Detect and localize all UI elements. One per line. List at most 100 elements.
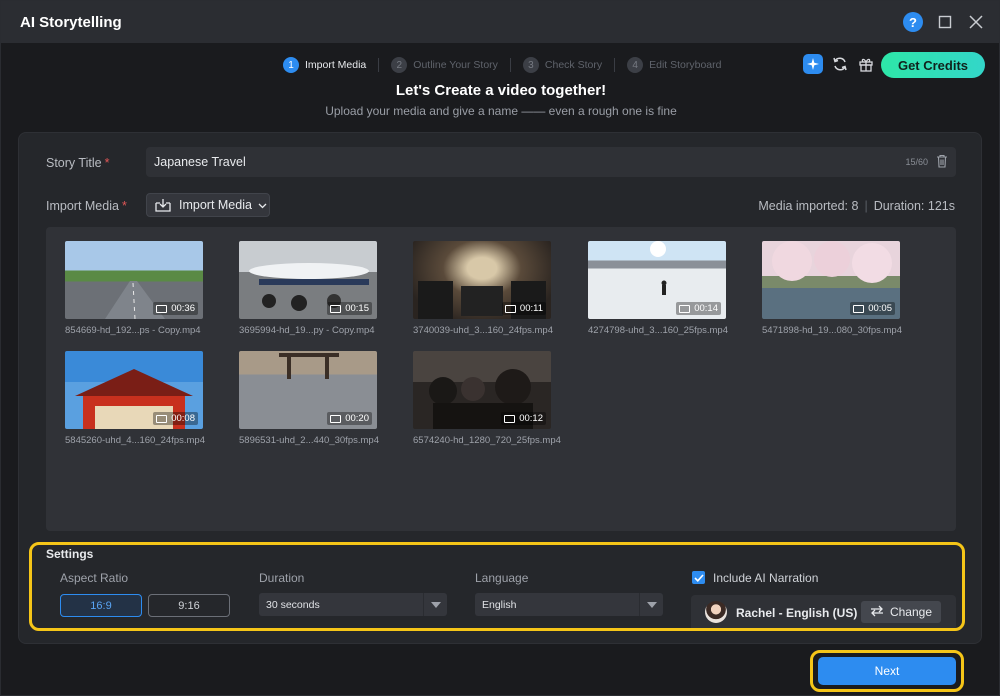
gift-icon[interactable] xyxy=(856,54,876,74)
video-thumbnail: 00:20 xyxy=(239,351,377,429)
media-filename: 5896531-uhd_2...440_30fps.mp4 xyxy=(239,435,379,446)
step-outline-story[interactable]: 2 Outline Your Story xyxy=(391,57,498,73)
story-title-value: Japanese Travel xyxy=(154,155,246,169)
stats-divider: | xyxy=(864,199,868,213)
video-thumbnail: 00:15 xyxy=(239,241,377,319)
import-media-button[interactable]: Import Media xyxy=(146,193,270,217)
language-label: Language xyxy=(475,571,529,585)
stepper: 1 Import Media 2 Outline Your Story 3 Ch… xyxy=(283,56,721,74)
media-item[interactable]: 00:15 3695994-hd_19...py - Copy.mp4 xyxy=(239,241,399,336)
media-item[interactable]: 00:20 5896531-uhd_2...440_30fps.mp4 xyxy=(239,351,399,446)
next-button[interactable]: Next xyxy=(818,657,956,685)
get-credits-button[interactable]: Get Credits xyxy=(881,52,985,78)
video-duration: 00:05 xyxy=(850,302,895,315)
avatar xyxy=(705,601,727,623)
story-title-label: Story Title * xyxy=(46,156,109,170)
step-label: Outline Your Story xyxy=(413,59,498,71)
close-icon[interactable] xyxy=(966,12,986,32)
import-button-label: Import Media xyxy=(179,198,252,212)
duration-value: 30 seconds xyxy=(266,598,320,611)
video-thumbnail: 00:14 xyxy=(588,241,726,319)
media-duration: Duration: 121s xyxy=(873,199,955,213)
media-item[interactable]: 00:36 854669-hd_192...ps - Copy.mp4 xyxy=(65,241,225,336)
step-number: 2 xyxy=(391,57,408,73)
step-number: 4 xyxy=(627,57,644,73)
import-icon xyxy=(155,198,171,212)
video-thumbnail: 00:08 xyxy=(65,351,203,429)
app-window: AI Storytelling ? 1 Import Media 2 Outli… xyxy=(0,0,1000,696)
change-voice-button[interactable]: Change xyxy=(861,601,941,623)
step-check-story[interactable]: 3 Check Story xyxy=(522,57,603,73)
required-mark: * xyxy=(104,156,110,170)
aspect-16-9-button[interactable]: 16:9 xyxy=(60,594,142,617)
narration-checkbox[interactable] xyxy=(692,571,705,584)
swap-icon xyxy=(870,605,884,620)
step-label: Edit Storyboard xyxy=(649,59,722,71)
video-duration: 00:20 xyxy=(327,412,372,425)
trash-icon[interactable] xyxy=(936,154,948,168)
language-select[interactable]: English xyxy=(475,593,663,616)
media-filename: 854669-hd_192...ps - Copy.mp4 xyxy=(65,325,201,336)
import-media-label-text: Import Media xyxy=(46,199,119,213)
media-filename: 5471898-hd_19...080_30fps.mp4 xyxy=(762,325,902,336)
media-item[interactable]: 00:11 3740039-uhd_3...160_24fps.mp4 xyxy=(413,241,573,336)
media-item[interactable]: 00:14 4274798-uhd_3...160_25fps.mp4 xyxy=(588,241,748,336)
media-filename: 6574240-hd_1280_720_25fps.mp4 xyxy=(413,435,561,446)
dropdown-arrow-icon xyxy=(639,593,663,616)
media-filename: 3695994-hd_19...py - Copy.mp4 xyxy=(239,325,375,336)
step-label: Check Story xyxy=(544,59,603,71)
page-subtitle: Upload your media and give a name —— eve… xyxy=(325,104,677,118)
step-number: 3 xyxy=(522,57,539,73)
step-import-media[interactable]: 1 Import Media xyxy=(283,57,366,73)
media-item[interactable]: 00:05 5471898-hd_19...080_30fps.mp4 xyxy=(762,241,922,336)
ai-sparkle-icon[interactable] xyxy=(803,54,823,74)
chevron-down-icon xyxy=(258,198,267,212)
video-camera-icon xyxy=(853,304,865,313)
video-thumbnail: 00:36 xyxy=(65,241,203,319)
video-thumbnail: 00:11 xyxy=(413,241,551,319)
dropdown-arrow-icon xyxy=(423,593,447,616)
video-thumbnail: 00:12 xyxy=(413,351,551,429)
required-mark: * xyxy=(121,199,127,213)
step-divider xyxy=(378,58,380,72)
video-camera-icon xyxy=(156,304,168,313)
window-title: AI Storytelling xyxy=(20,14,122,31)
aspect-ratio-label: Aspect Ratio xyxy=(60,571,129,585)
video-camera-icon xyxy=(679,304,691,313)
language-value: English xyxy=(482,598,517,611)
duration-label: Duration xyxy=(259,571,305,585)
aspect-9-16-button[interactable]: 9:16 xyxy=(148,594,230,617)
change-label: Change xyxy=(889,605,933,619)
step-edit-storyboard[interactable]: 4 Edit Storyboard xyxy=(627,57,721,73)
media-item[interactable]: 00:12 6574240-hd_1280_720_25fps.mp4 xyxy=(413,351,573,446)
step-divider xyxy=(614,58,616,72)
media-item[interactable]: 00:08 5845260-uhd_4...160_24fps.mp4 xyxy=(65,351,225,446)
refresh-icon[interactable] xyxy=(830,54,850,74)
step-number: 1 xyxy=(283,57,299,73)
duration-select[interactable]: 30 seconds xyxy=(259,593,447,616)
title-bar: AI Storytelling ? xyxy=(1,1,999,43)
video-camera-icon xyxy=(330,304,342,313)
video-camera-icon xyxy=(504,304,516,313)
video-duration: 00:36 xyxy=(153,302,198,315)
page-headline: Let's Create a video together! xyxy=(395,82,607,99)
media-filename: 5845260-uhd_4...160_24fps.mp4 xyxy=(65,435,205,446)
help-icon[interactable]: ? xyxy=(903,12,923,32)
story-title-input[interactable]: Japanese Travel 15/60 xyxy=(146,147,956,177)
step-label: Import Media xyxy=(305,59,367,71)
media-filename: 3740039-uhd_3...160_24fps.mp4 xyxy=(413,325,553,336)
video-camera-icon xyxy=(504,414,516,423)
video-duration: 00:15 xyxy=(327,302,372,315)
media-stats: Media imported: 8 | Duration: 121s xyxy=(758,199,955,213)
video-duration: 00:12 xyxy=(501,412,546,425)
video-camera-icon xyxy=(330,414,342,423)
video-duration: 00:14 xyxy=(676,302,721,315)
maximize-icon[interactable] xyxy=(935,12,955,32)
voice-selector: Rachel - English (US) Change xyxy=(691,595,956,628)
video-duration: 00:11 xyxy=(501,302,546,315)
narration-label: Include AI Narration xyxy=(713,571,819,585)
video-camera-icon xyxy=(156,414,168,423)
settings-title: Settings xyxy=(46,547,94,561)
video-duration: 00:08 xyxy=(153,412,198,425)
story-title-label-text: Story Title xyxy=(46,156,102,170)
